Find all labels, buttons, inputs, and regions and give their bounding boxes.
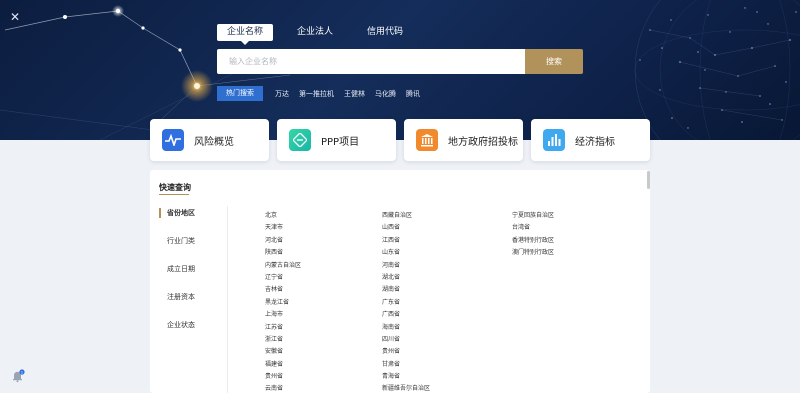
region-link[interactable]: 安徽省 xyxy=(265,346,301,358)
region-column-2: 西藏自治区 山西省 江西省 山东省 河南省 湖北省 湖南省 广东省 广西省 海南… xyxy=(382,210,430,393)
region-link[interactable]: 广东省 xyxy=(382,297,430,309)
region-link[interactable]: 江西省 xyxy=(382,235,430,247)
region-link[interactable]: 香港特别行政区 xyxy=(512,235,554,247)
quick-query-title: 快速查询 xyxy=(159,183,191,192)
region-link[interactable]: 北京 xyxy=(265,210,301,222)
region-link[interactable]: 云南省 xyxy=(265,383,301,393)
region-link[interactable]: 上海市 xyxy=(265,309,301,321)
region-link[interactable]: 河北省 xyxy=(265,235,301,247)
region-link[interactable]: 江苏省 xyxy=(265,322,301,334)
scrollbar-thumb[interactable] xyxy=(647,171,650,189)
region-link[interactable]: 山东省 xyxy=(382,247,430,259)
region-link[interactable]: 新疆维吾尔自治区 xyxy=(382,383,430,393)
tab-credit-code[interactable]: 信用代码 xyxy=(357,24,413,41)
region-link[interactable]: 澳门特别行政区 xyxy=(512,247,554,259)
title-underline xyxy=(159,194,189,195)
tab-company-name[interactable]: 企业名称 xyxy=(217,24,274,45)
bar-chart-icon xyxy=(543,129,565,151)
region-link[interactable]: 台湾省 xyxy=(512,222,554,234)
globe-graphic xyxy=(634,0,800,140)
search-type-tabs: 企业名称 企业法人 信用代码 xyxy=(217,24,427,45)
region-link[interactable]: 青海省 xyxy=(382,371,430,383)
quick-query-sidebar: 省份地区 行业门类 成立日期 注册资本 企业状态 xyxy=(159,208,225,348)
tab-legal-person[interactable]: 企业法人 xyxy=(287,24,343,41)
region-link[interactable]: 内蒙古自治区 xyxy=(265,260,301,272)
region-link[interactable]: 西藏自治区 xyxy=(382,210,430,222)
hot-keyword[interactable]: 王健林 xyxy=(344,89,365,99)
sidebar-item-registered-capital[interactable]: 注册资本 xyxy=(159,292,225,320)
region-link[interactable]: 河南省 xyxy=(382,260,430,272)
region-link[interactable]: 湖南省 xyxy=(382,284,430,296)
pulse-icon xyxy=(162,129,184,151)
card-label: PPP项目 xyxy=(321,136,360,148)
quick-query-panel: 快速查询 省份地区 行业门类 成立日期 注册资本 企业状态 北京 天津市 河北省… xyxy=(150,170,650,393)
region-link[interactable]: 吉林省 xyxy=(265,284,301,296)
handshake-icon xyxy=(289,129,311,151)
region-link[interactable]: 陕西省 xyxy=(265,247,301,259)
region-link[interactable]: 湖北省 xyxy=(382,272,430,284)
region-link[interactable]: 海南省 xyxy=(382,322,430,334)
region-link[interactable]: 贵州省 xyxy=(265,371,301,383)
region-link[interactable]: 浙江省 xyxy=(265,334,301,346)
card-risk-overview[interactable]: 风险概览 xyxy=(150,119,269,161)
region-link[interactable]: 甘肃省 xyxy=(382,359,430,371)
card-label: 地方政府招投标 xyxy=(448,136,518,148)
sidebar-item-industry[interactable]: 行业门类 xyxy=(159,236,225,264)
search-button[interactable]: 搜索 xyxy=(525,49,583,74)
search-input[interactable] xyxy=(217,49,525,74)
government-building-icon xyxy=(416,129,438,151)
card-government-bidding[interactable]: 地方政府招投标 xyxy=(404,119,523,161)
card-label: 经济指标 xyxy=(575,136,615,148)
region-link[interactable]: 山西省 xyxy=(382,222,430,234)
card-economic-indicators[interactable]: 经济指标 xyxy=(531,119,650,161)
region-link[interactable]: 贵州省 xyxy=(382,346,430,358)
hot-search: 热门搜索 万达 第一推拉机 王健林 马化腾 腾讯 xyxy=(217,86,430,101)
hot-search-label: 热门搜索 xyxy=(217,86,263,101)
card-label: 风险概览 xyxy=(194,136,234,148)
feature-cards: 风险概览 PPP项目 地方政府招投标 经济指标 xyxy=(150,119,650,161)
close-icon[interactable]: ✕ xyxy=(10,10,20,24)
region-link[interactable]: 广西省 xyxy=(382,309,430,321)
region-link[interactable]: 天津市 xyxy=(265,222,301,234)
region-link[interactable]: 辽宁省 xyxy=(265,272,301,284)
sidebar-item-founding-date[interactable]: 成立日期 xyxy=(159,264,225,292)
search-bar: 搜索 xyxy=(217,49,583,74)
region-link[interactable]: 宁夏回族自治区 xyxy=(512,210,554,222)
card-ppp-project[interactable]: PPP项目 xyxy=(277,119,396,161)
sidebar-item-company-status[interactable]: 企业状态 xyxy=(159,320,225,348)
sidebar-item-province[interactable]: 省份地区 xyxy=(159,208,225,236)
hot-keyword[interactable]: 马化腾 xyxy=(375,89,396,99)
notification-bell-icon[interactable]: 1 xyxy=(11,368,25,383)
region-column-1: 北京 天津市 河北省 陕西省 内蒙古自治区 辽宁省 吉林省 黑龙江省 上海市 江… xyxy=(265,210,301,393)
region-column-3: 宁夏回族自治区 台湾省 香港特别行政区 澳门特别行政区 xyxy=(512,210,554,260)
region-link[interactable]: 福建省 xyxy=(265,359,301,371)
hot-keyword[interactable]: 万达 xyxy=(275,89,289,99)
divider xyxy=(227,206,228,393)
hot-keyword[interactable]: 第一推拉机 xyxy=(299,89,334,99)
region-link[interactable]: 四川省 xyxy=(382,334,430,346)
region-link[interactable]: 黑龙江省 xyxy=(265,297,301,309)
hot-keyword[interactable]: 腾讯 xyxy=(406,89,420,99)
